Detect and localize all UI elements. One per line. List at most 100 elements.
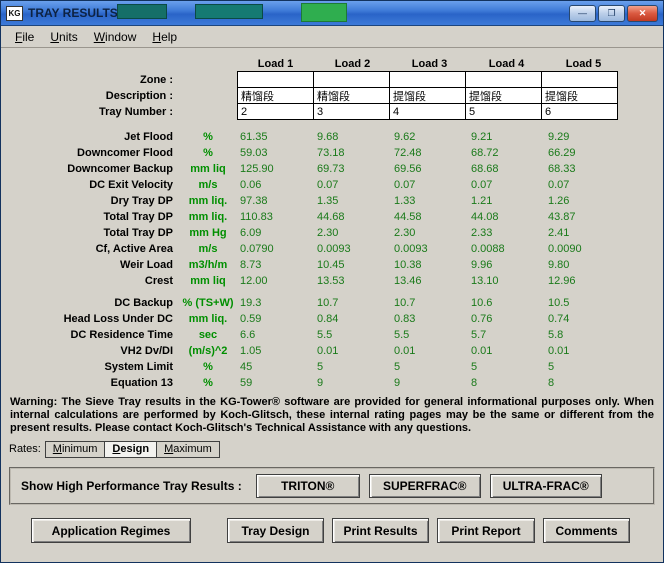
menu-file[interactable]: File bbox=[7, 27, 42, 47]
title-bar[interactable]: KG TRAY RESULTS — ❐ ✕ bbox=[1, 1, 663, 26]
value-cell: 5 bbox=[548, 361, 555, 373]
value-cell: 97.38 bbox=[240, 195, 268, 207]
value-cell: 8 bbox=[471, 377, 478, 389]
data-row-dry-tray-dp: Dry Tray DP mm liq. 97.38 1.35 1.33 1.21 1.26 bbox=[1, 193, 663, 209]
superfrac-button[interactable]: SUPERFRAC® bbox=[368, 474, 481, 498]
value-cell: 0.76 bbox=[471, 313, 493, 325]
row-unit: (m/s)^2 bbox=[188, 345, 228, 357]
data-row-cf-active-area: Cf, Active Area m/s 0.0790 0.0093 0.0093 0.00… bbox=[1, 241, 663, 257]
maximize-button[interactable]: ❐ bbox=[598, 5, 625, 22]
data-row-downcomer-backup: Downcomer Backup mm liq 125.90 69.73 69.56 68… bbox=[1, 161, 663, 177]
value-cell: 1.26 bbox=[548, 195, 570, 207]
rates-tab-minimum[interactable]: Minimum bbox=[44, 440, 106, 458]
value-cell: 2.41 bbox=[548, 227, 570, 239]
titlebar-overlay-artifact bbox=[301, 3, 347, 22]
menu-units[interactable]: Units bbox=[42, 27, 85, 47]
menu-help[interactable]: Help bbox=[144, 27, 185, 47]
value-cell: 19.3 bbox=[240, 297, 262, 309]
data-row-dc-backup: DC Backup % (TS+W) 19.3 10.7 10.7 10.6 10.5 bbox=[1, 295, 663, 311]
row-unit: mm liq. bbox=[188, 313, 228, 325]
row-label: Total Tray DP bbox=[103, 211, 173, 223]
row-unit: mm liq bbox=[190, 163, 226, 175]
row-label: DC Exit Velocity bbox=[89, 179, 173, 191]
data-row-total-tray-dp: Total Tray DP mm liq. 110.83 44.68 44.58 44.0… bbox=[1, 209, 663, 225]
value-cell: 9.68 bbox=[317, 131, 339, 143]
row-label: Cf, Active Area bbox=[95, 243, 173, 255]
row-label: Crest bbox=[144, 275, 173, 287]
info-cell: 提馏段 bbox=[465, 87, 542, 104]
row-label: Downcomer Flood bbox=[77, 147, 173, 159]
value-cell: 9.80 bbox=[548, 259, 570, 271]
kg-tower-app-icon: KG bbox=[6, 5, 23, 21]
menu-bar: File Units Window Help bbox=[1, 26, 663, 48]
value-cell: 12.00 bbox=[240, 275, 268, 287]
value-cell: 44.08 bbox=[471, 211, 499, 223]
value-cell: 10.7 bbox=[317, 297, 339, 309]
value-cell: 0.74 bbox=[548, 313, 570, 325]
high-performance-panel: Show High Performance Tray Results : TRI… bbox=[9, 467, 655, 505]
value-cell: 61.35 bbox=[240, 131, 268, 143]
value-cell: 5.7 bbox=[471, 329, 487, 341]
comments-button[interactable]: Comments bbox=[543, 518, 630, 543]
row-unit: mm liq. bbox=[188, 195, 228, 207]
hp-label: Show High Performance Tray Results : bbox=[21, 479, 242, 493]
info-row-zone: Zone : bbox=[1, 71, 663, 88]
row-label: VH2 Dv/DI bbox=[120, 345, 173, 357]
application-regimes-button[interactable]: Application Regimes bbox=[31, 518, 191, 543]
row-label: Total Tray DP bbox=[103, 227, 173, 239]
value-cell: 13.53 bbox=[317, 275, 345, 287]
minimize-button[interactable]: — bbox=[569, 5, 596, 22]
load-header-load-5: Load 5 bbox=[565, 57, 602, 70]
value-cell: 0.06 bbox=[240, 179, 262, 191]
ultra-frac-button[interactable]: ULTRA-FRAC® bbox=[489, 474, 602, 498]
row-label: Zone : bbox=[140, 73, 173, 86]
value-cell: 8 bbox=[548, 377, 555, 389]
value-cell: 45 bbox=[240, 361, 253, 373]
data-row-dc-exit-velocity: DC Exit Velocity m/s 0.06 0.07 0.07 0.07 0.07 bbox=[1, 177, 663, 193]
value-cell: 5 bbox=[394, 361, 401, 373]
print-results-button[interactable]: Print Results bbox=[332, 518, 429, 543]
info-row-tray-number: Tray Number : 23456 bbox=[1, 103, 663, 120]
value-cell: 0.01 bbox=[548, 345, 570, 357]
info-cell: 6 bbox=[541, 103, 618, 120]
info-cell: 提馏段 bbox=[541, 87, 618, 104]
info-row-description: Description : 精馏段 精馏段 提馏段 提馏段 提馏段 bbox=[1, 87, 663, 104]
value-cell: 0.07 bbox=[548, 179, 570, 191]
data-row-total-tray-dp: Total Tray DP mm Hg 6.09 2.30 2.30 2.33 2.41 bbox=[1, 225, 663, 241]
row-unit: mm liq bbox=[190, 275, 226, 287]
value-cell: 5.5 bbox=[317, 329, 333, 341]
row-label: Dry Tray DP bbox=[110, 195, 173, 207]
value-cell: 0.0090 bbox=[548, 243, 582, 255]
print-report-button[interactable]: Print Report bbox=[437, 518, 535, 543]
row-label: DC Residence Time bbox=[70, 329, 173, 341]
rates-tab-maximum[interactable]: Maximum bbox=[156, 440, 220, 458]
value-cell: 10.7 bbox=[394, 297, 416, 309]
tray-results-window: KG TRAY RESULTS — ❐ ✕ File Units Window Help … bbox=[0, 0, 664, 563]
info-cell: 2 bbox=[237, 103, 314, 120]
hydraulics-section-2: DC Backup % (TS+W) 19.3 10.7 10.7 10.6 10.5 Hea… bbox=[1, 295, 663, 391]
value-cell: 2.30 bbox=[317, 227, 339, 239]
row-unit: m/s bbox=[198, 243, 218, 255]
warning-text: Warning: The Sieve Tray results in the K… bbox=[10, 396, 654, 434]
value-cell: 10.38 bbox=[394, 259, 422, 271]
rates-selector: Rates: Minimum Design Maximum bbox=[9, 440, 663, 458]
value-cell: 72.48 bbox=[394, 147, 422, 159]
value-cell: 44.58 bbox=[394, 211, 422, 223]
value-cell: 5.5 bbox=[394, 329, 410, 341]
menu-window[interactable]: Window bbox=[86, 27, 145, 47]
close-button[interactable]: ✕ bbox=[627, 5, 658, 22]
info-cell: 提馏段 bbox=[389, 87, 466, 104]
row-label: DC Backup bbox=[114, 297, 173, 309]
row-unit: mm Hg bbox=[189, 227, 227, 239]
triton-button[interactable]: TRITON® bbox=[255, 474, 360, 498]
value-cell: 0.01 bbox=[317, 345, 339, 357]
rates-tab-design[interactable]: Design bbox=[104, 440, 158, 458]
value-cell: 44.68 bbox=[317, 211, 345, 223]
value-cell: 6.09 bbox=[240, 227, 262, 239]
tray-design-button[interactable]: Tray Design bbox=[227, 518, 324, 543]
info-cell: 精馏段 bbox=[313, 87, 390, 104]
value-cell: 0.07 bbox=[317, 179, 339, 191]
window-title: TRAY RESULTS bbox=[28, 6, 118, 20]
value-cell: 66.29 bbox=[548, 147, 576, 159]
value-cell: 5.8 bbox=[548, 329, 564, 341]
